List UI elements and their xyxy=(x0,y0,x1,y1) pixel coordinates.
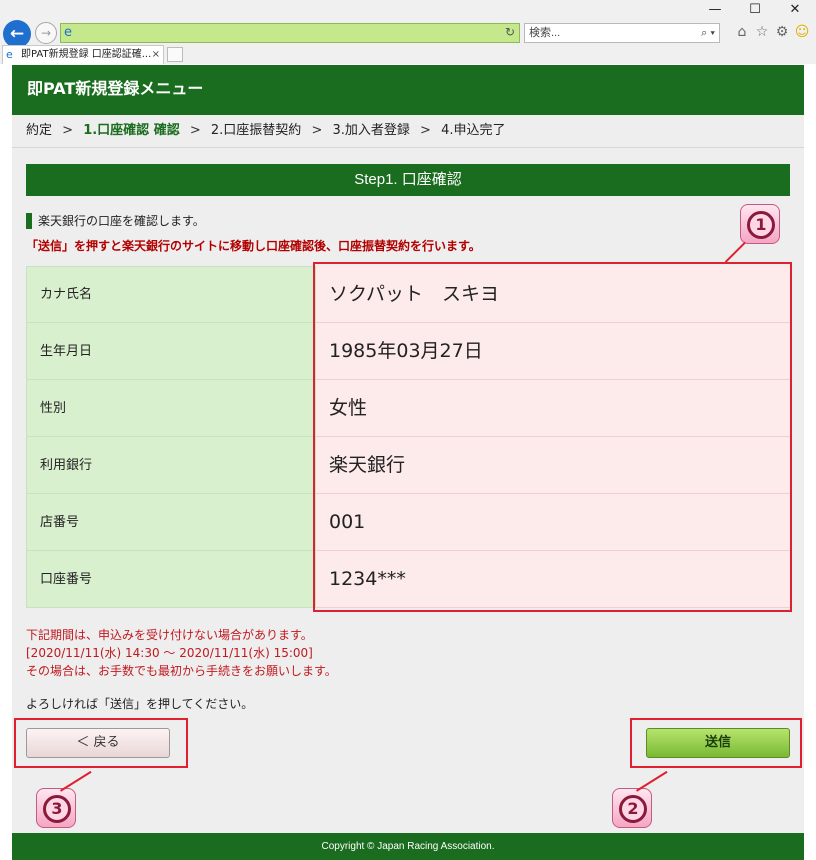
maximize-button[interactable]: ☐ xyxy=(740,0,770,20)
home-icon[interactable]: ⌂ xyxy=(733,23,751,41)
tab-ie-icon: e xyxy=(6,48,13,61)
ie-icon: e xyxy=(64,25,72,40)
favorites-star-icon[interactable]: ☆ xyxy=(753,23,771,41)
search-icon[interactable]: ⌕ ▾ xyxy=(701,24,715,42)
window-controls: — ☐ ✕ xyxy=(696,0,816,20)
table-label-frame xyxy=(26,266,316,608)
search-input[interactable]: 検索... ⌕ ▾ xyxy=(524,23,720,43)
step-agreement: 約定 xyxy=(26,123,53,138)
page-title: 即PAT新規登録メニュー xyxy=(27,79,204,98)
tab-title: 即PAT新規登録 口座認証確... xyxy=(21,49,152,60)
breadcrumb-separator: > xyxy=(62,123,74,138)
page-header: 即PAT新規登録メニュー xyxy=(12,65,804,115)
step-transfer-contract: 2.口座振替契約 xyxy=(210,123,302,138)
close-window-button[interactable]: ✕ xyxy=(780,0,810,20)
breadcrumb-separator: > xyxy=(311,123,323,138)
browser-tab[interactable]: e 即PAT新規登録 口座認証確... × xyxy=(2,45,164,64)
refresh-icon[interactable]: ↻ xyxy=(505,25,515,39)
callout-3: 3 xyxy=(36,788,76,828)
step-title-bar: Step1. 口座確認 xyxy=(26,164,790,196)
callout-number: 2 xyxy=(619,795,647,823)
callout-number: 1 xyxy=(747,211,775,239)
section-marker xyxy=(26,213,32,229)
confirm-text: よろしければ「送信」を押してください。 xyxy=(26,697,254,711)
highlight-box-back xyxy=(14,718,188,768)
new-tab-button[interactable] xyxy=(167,47,183,62)
step-breadcrumb: 約定 > 1.口座確認 確認 > 2.口座振替契約 > 3.加入者登録 > 4.… xyxy=(26,122,796,140)
breadcrumb-separator: > xyxy=(420,123,431,138)
step-member-registration: 3.加入者登録 xyxy=(332,123,410,138)
step-account-check: 1.口座確認 確認 xyxy=(83,123,180,138)
tab-close-icon[interactable]: × xyxy=(152,46,160,64)
warning-line: その場合は、お手数でも最初から手続きをお願いします。 xyxy=(26,664,337,678)
forward-arrow-icon[interactable]: → xyxy=(35,22,57,44)
intro-label: 楽天銀行の口座を確認します。 xyxy=(38,214,205,228)
smiley-icon[interactable]: ☺ xyxy=(793,23,811,41)
notice-text: 「送信」を押すと楽天銀行のサイトに移動し口座確認後、口座振替契約を行います。 xyxy=(26,239,481,253)
highlight-box-send xyxy=(630,718,802,768)
search-placeholder: 検索... xyxy=(529,27,561,39)
warning-text: 下記期間は、申込みを受け付けない場合があります。 [2020/11/11(水) … xyxy=(26,626,337,680)
back-arrow-icon[interactable]: ← xyxy=(3,20,31,48)
step-complete: 4.申込完了 xyxy=(441,123,506,138)
divider xyxy=(12,147,804,148)
warning-period: [2020/11/11(水) 14:30 ～ 2020/11/11(水) 15:… xyxy=(26,646,313,660)
breadcrumb-separator: > xyxy=(189,123,201,138)
intro-text: 楽天銀行の口座を確認します。 xyxy=(26,212,205,230)
page-margin-right xyxy=(804,64,816,860)
highlight-box-account-values xyxy=(313,262,792,612)
callout-1: 1 xyxy=(740,204,780,244)
minimize-button[interactable]: — xyxy=(700,0,730,20)
page-footer: Copyright © Japan Racing Association. xyxy=(12,833,804,860)
warning-line: 下記期間は、申込みを受け付けない場合があります。 xyxy=(26,628,313,642)
callout-number: 3 xyxy=(43,795,71,823)
page-margin-left xyxy=(0,64,12,860)
browser-chrome: — ☐ ✕ ← → e ↻ 検索... ⌕ ▾ ⌂ ☆ ⚙ ☺ e 即PAT新規… xyxy=(0,0,816,64)
address-bar[interactable]: e ↻ xyxy=(60,23,520,43)
gear-icon[interactable]: ⚙ xyxy=(773,23,791,41)
callout-2: 2 xyxy=(612,788,652,828)
